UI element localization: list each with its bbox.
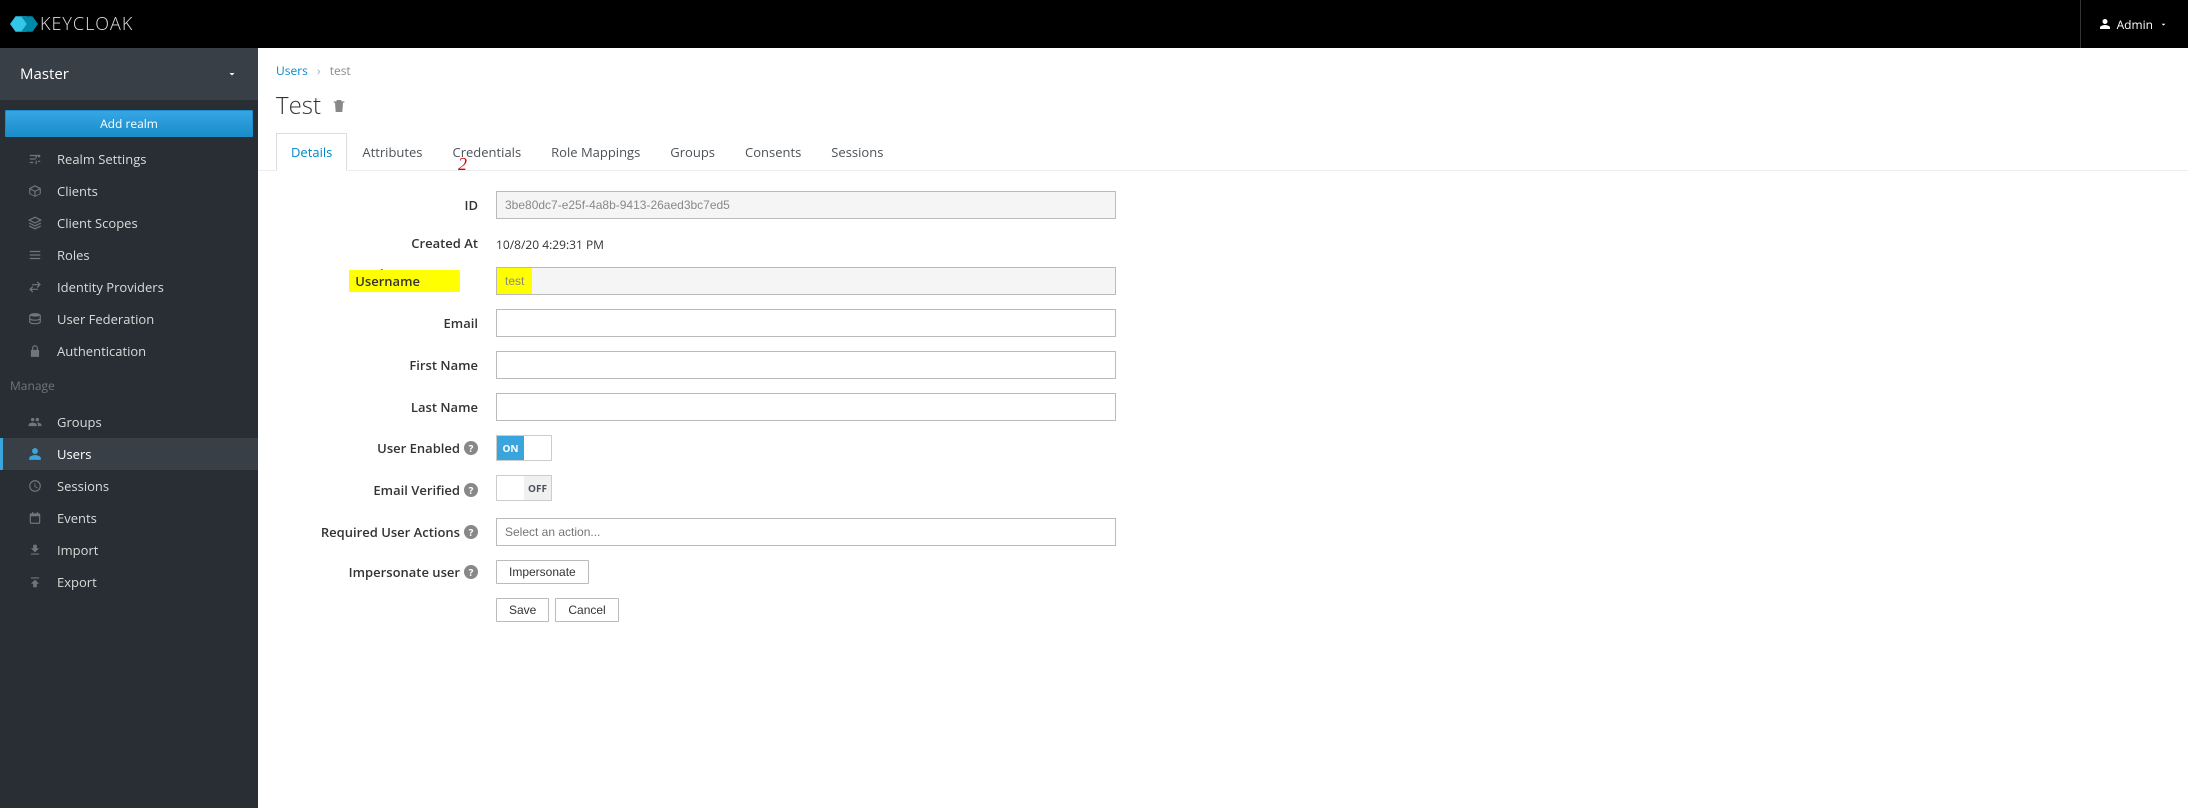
toggle-on-label: ON xyxy=(497,436,524,460)
nav-users[interactable]: Users xyxy=(0,438,258,470)
nav-label: Sessions xyxy=(57,477,109,495)
user-enabled-label: User Enabled ? xyxy=(276,439,496,457)
email-label: Email xyxy=(276,314,496,332)
nav-label: Clients xyxy=(57,182,98,200)
nav-label: Export xyxy=(57,573,97,591)
username-input xyxy=(496,267,1116,295)
add-realm-button[interactable]: Add realm xyxy=(5,110,253,137)
tab-groups[interactable]: Groups xyxy=(655,133,730,171)
nav-label: Events xyxy=(57,509,97,527)
help-icon[interactable]: ? xyxy=(464,525,478,539)
nav-label: User Federation xyxy=(57,310,154,328)
export-icon xyxy=(27,574,43,590)
main-content: Users › test Test Details Attributes Cre… xyxy=(258,48,2188,808)
user-icon xyxy=(27,446,43,462)
nav-export[interactable]: Export xyxy=(0,566,258,598)
calendar-icon xyxy=(27,510,43,526)
tabs: Details Attributes Credentials Role Mapp… xyxy=(258,132,2188,171)
keycloak-icon xyxy=(10,13,38,35)
user-label: Admin xyxy=(2117,16,2153,33)
nav-label: Identity Providers xyxy=(57,278,164,296)
nav-roles[interactable]: Roles xyxy=(0,239,258,271)
manage-heading: Manage xyxy=(0,367,258,400)
user-icon xyxy=(2099,18,2111,30)
cube-icon xyxy=(27,183,43,199)
required-actions-select[interactable] xyxy=(496,518,1116,546)
realm-name: Master xyxy=(20,64,69,84)
help-icon[interactable]: ? xyxy=(464,441,478,455)
brand-logo[interactable]: KEYCLOAK xyxy=(10,12,133,36)
nav-groups[interactable]: Groups xyxy=(0,406,258,438)
nav-clients[interactable]: Clients xyxy=(0,175,258,207)
firstname-label: First Name xyxy=(276,356,496,374)
lock-icon xyxy=(27,343,43,359)
email-verified-toggle[interactable]: OFF xyxy=(496,475,552,501)
exchange-icon xyxy=(27,279,43,295)
nav-realm-settings[interactable]: Realm Settings xyxy=(0,143,258,175)
nav-import[interactable]: Import xyxy=(0,534,258,566)
tab-details[interactable]: Details xyxy=(276,133,347,171)
username-label: Username xyxy=(349,270,460,292)
nav-label: Import xyxy=(57,541,98,559)
tab-role-mappings[interactable]: Role Mappings xyxy=(536,133,655,171)
required-actions-label: Required User Actions ? xyxy=(276,523,496,541)
sliders-icon xyxy=(27,151,43,167)
chevron-down-icon xyxy=(2159,20,2168,29)
save-button[interactable]: Save xyxy=(496,598,549,622)
impersonate-label: Impersonate user ? xyxy=(276,563,496,581)
help-icon[interactable]: ? xyxy=(464,565,478,579)
import-icon xyxy=(27,542,43,558)
user-menu[interactable]: Admin xyxy=(2080,0,2168,48)
nav-label: Realm Settings xyxy=(57,150,146,168)
created-label: Created At xyxy=(276,234,496,252)
tab-consents[interactable]: Consents xyxy=(730,133,816,171)
toggle-off-label: OFF xyxy=(524,476,551,500)
user-enabled-toggle[interactable]: ON xyxy=(496,435,552,461)
nav-label: Client Scopes xyxy=(57,214,138,232)
impersonate-button[interactable]: Impersonate xyxy=(496,560,589,584)
tab-credentials[interactable]: Credentials xyxy=(438,133,537,171)
toggle-on-label xyxy=(497,476,524,500)
users-icon xyxy=(27,414,43,430)
realm-selector[interactable]: Master xyxy=(0,48,258,100)
email-verified-label: Email Verified ? xyxy=(276,481,496,499)
page-title: Test xyxy=(276,89,321,122)
toggle-off-label xyxy=(524,436,551,460)
lastname-label: Last Name xyxy=(276,398,496,416)
cancel-button[interactable]: Cancel xyxy=(555,598,618,622)
database-icon xyxy=(27,311,43,327)
breadcrumb-current: test xyxy=(330,62,351,79)
created-value: 10/8/20 4:29:31 PM xyxy=(496,233,1116,253)
lastname-input[interactable] xyxy=(496,393,1116,421)
breadcrumb-separator: › xyxy=(317,62,321,79)
breadcrumb-parent[interactable]: Users xyxy=(276,62,308,79)
nav-label: Users xyxy=(57,445,91,463)
brand-text: KEYCLOAK xyxy=(40,12,133,36)
list-icon xyxy=(27,247,43,263)
nav-sessions[interactable]: Sessions xyxy=(0,470,258,502)
nav-authentication[interactable]: Authentication xyxy=(0,335,258,367)
tab-sessions[interactable]: Sessions xyxy=(816,133,898,171)
delete-icon[interactable] xyxy=(331,98,347,114)
breadcrumb: Users › test xyxy=(258,48,2188,83)
nav-label: Roles xyxy=(57,246,90,264)
stack-icon xyxy=(27,215,43,231)
top-bar: KEYCLOAK Admin xyxy=(0,0,2188,48)
nav-user-federation[interactable]: User Federation xyxy=(0,303,258,335)
email-input[interactable] xyxy=(496,309,1116,337)
nav-client-scopes[interactable]: Client Scopes xyxy=(0,207,258,239)
id-input xyxy=(496,191,1116,219)
tab-attributes[interactable]: Attributes xyxy=(347,133,437,171)
firstname-input[interactable] xyxy=(496,351,1116,379)
chevron-down-icon xyxy=(226,68,238,80)
id-label: ID xyxy=(276,196,496,214)
nav-identity-providers[interactable]: Identity Providers xyxy=(0,271,258,303)
help-icon[interactable]: ? xyxy=(464,483,478,497)
clock-icon xyxy=(27,478,43,494)
nav-events[interactable]: Events xyxy=(0,502,258,534)
nav-label: Authentication xyxy=(57,342,146,360)
nav-label: Groups xyxy=(57,413,102,431)
sidebar: Master Add realm Realm Settings Clients xyxy=(0,48,258,808)
details-form: ID Created At 10/8/20 4:29:31 PM 1 Usern… xyxy=(258,171,1458,656)
